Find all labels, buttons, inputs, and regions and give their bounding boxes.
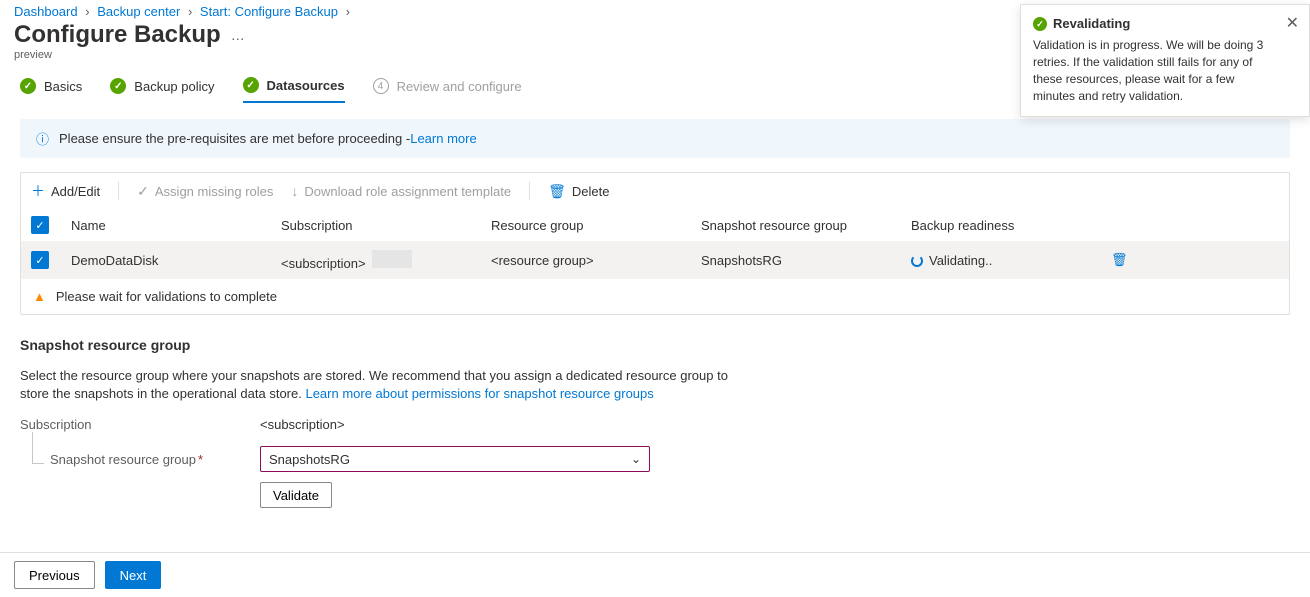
snapshot-rg-label: Snapshot resource group*	[20, 452, 260, 467]
info-icon: ⓘ	[36, 129, 49, 148]
toast-body: Validation is in progress. We will be do…	[1033, 37, 1279, 104]
add-edit-button[interactable]: ＋Add/Edit	[31, 181, 100, 201]
step-basics[interactable]: Basics	[20, 78, 82, 102]
check-icon: ✓	[137, 183, 149, 200]
page-title: Configure Backup	[14, 21, 221, 49]
breadcrumb-dashboard[interactable]: Dashboard	[14, 4, 78, 19]
toast-notification: ✕ ✓ Revalidating Validation is in progre…	[1020, 4, 1310, 117]
download-icon: ↓	[291, 183, 298, 199]
step-review: 4 Review and configure	[373, 78, 522, 102]
breadcrumb-backup-center[interactable]: Backup center	[97, 4, 180, 19]
section-description: Select the resource group where your sna…	[20, 367, 740, 403]
step-number-icon: 4	[373, 78, 389, 94]
section-title: Snapshot resource group	[20, 337, 1290, 353]
subscription-label: Subscription	[20, 417, 260, 432]
chevron-right-icon: ›	[188, 4, 192, 19]
row-checkbox[interactable]: ✓	[31, 251, 49, 269]
col-backup-readiness: Backup readiness	[911, 218, 1111, 233]
redacted	[372, 250, 412, 268]
step-backup-policy[interactable]: Backup policy	[110, 78, 214, 102]
datasource-table: ＋Add/Edit ✓Assign missing roles ↓Downloa…	[20, 172, 1290, 315]
learn-more-permissions-link[interactable]: Learn more about permissions for snapsho…	[305, 386, 653, 401]
warning-text: Please wait for validations to complete	[56, 289, 277, 304]
trash-icon[interactable]: 🗑	[1111, 252, 1141, 268]
col-resource-group: Resource group	[491, 218, 701, 233]
dropdown-value: SnapshotsRG	[269, 452, 350, 467]
row-subscription: <subscription>	[281, 250, 491, 271]
assign-roles-button: ✓Assign missing roles	[137, 183, 273, 200]
select-all-checkbox[interactable]: ✓	[31, 216, 49, 234]
subscription-value: <subscription>	[260, 417, 345, 432]
info-text: Please ensure the pre-requisites are met…	[59, 131, 410, 146]
check-icon	[243, 77, 259, 93]
delete-button[interactable]: 🗑Delete	[548, 183, 609, 200]
divider	[118, 182, 119, 200]
row-resource-group: <resource group>	[491, 253, 701, 268]
close-icon[interactable]: ✕	[1286, 13, 1299, 35]
check-icon	[110, 78, 126, 94]
warning-icon: ▲	[33, 289, 46, 304]
download-template-button: ↓Download role assignment template	[291, 183, 511, 199]
previous-button[interactable]: Previous	[14, 561, 95, 589]
row-status: Validating..	[911, 253, 1111, 268]
snapshot-rg-dropdown[interactable]: SnapshotsRG ⌄	[260, 446, 650, 472]
toast-title: Revalidating	[1053, 15, 1130, 33]
plus-icon: ＋	[31, 181, 45, 201]
row-snapshot-rg: SnapshotsRG	[701, 253, 911, 268]
table-row[interactable]: ✓ DemoDataDisk <subscription> <resource …	[21, 241, 1289, 279]
next-button[interactable]: Next	[105, 561, 162, 589]
validate-button[interactable]: Validate	[260, 482, 332, 508]
step-datasources[interactable]: Datasources	[243, 77, 345, 103]
success-icon: ✓	[1033, 17, 1047, 31]
row-name: DemoDataDisk	[71, 253, 281, 268]
spinner-icon	[911, 255, 923, 267]
trash-icon: 🗑	[548, 183, 566, 200]
tree-line-icon	[32, 432, 44, 464]
col-snapshot-rg: Snapshot resource group	[701, 218, 911, 233]
breadcrumb-start-configure[interactable]: Start: Configure Backup	[200, 4, 338, 19]
chevron-down-icon: ⌄	[631, 452, 641, 466]
chevron-right-icon: ›	[346, 4, 350, 19]
info-banner: ⓘ Please ensure the pre-requisites are m…	[20, 119, 1290, 158]
col-name: Name	[71, 218, 281, 233]
check-icon	[20, 78, 36, 94]
learn-more-link[interactable]: Learn more	[410, 131, 476, 146]
divider	[529, 182, 530, 200]
more-icon[interactable]: …	[231, 27, 247, 43]
col-subscription: Subscription	[281, 218, 491, 233]
chevron-right-icon: ›	[85, 4, 89, 19]
